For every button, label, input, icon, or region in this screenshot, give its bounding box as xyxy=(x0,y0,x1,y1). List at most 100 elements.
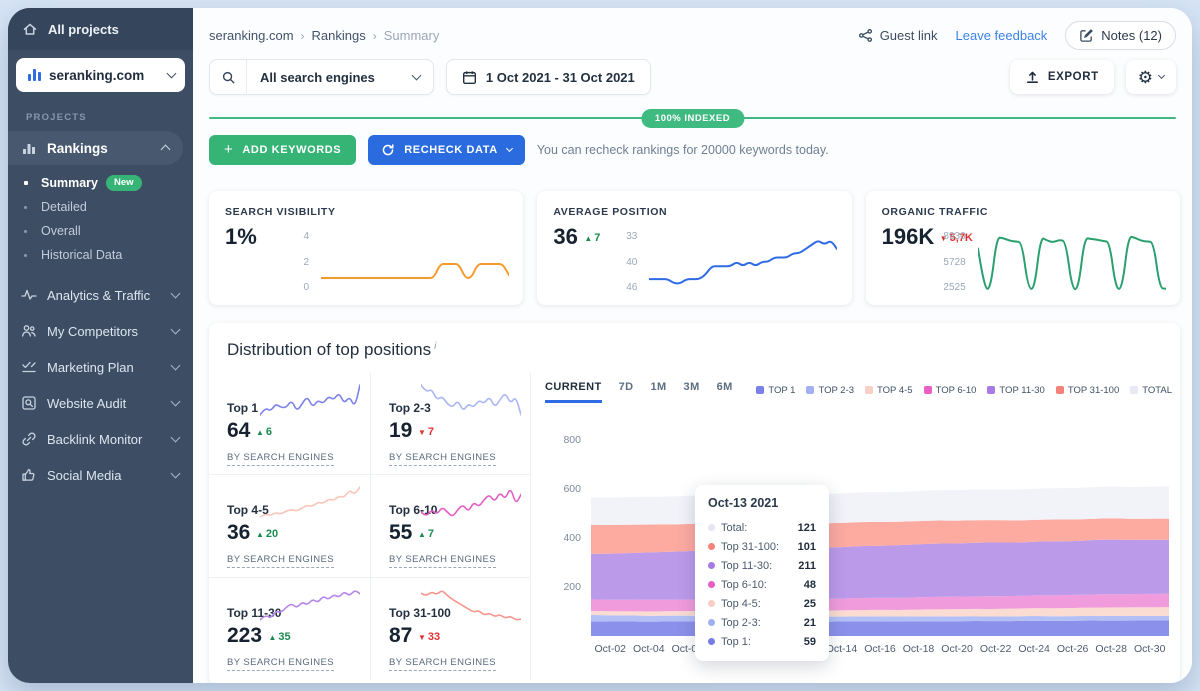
main-content: seranking.com›Rankings›Summary Guest lin… xyxy=(193,8,1192,683)
legend-item-top-31-100[interactable]: TOP 31-100 xyxy=(1056,385,1119,396)
metric-value: 36 xyxy=(553,224,577,250)
x-axis-labels: Oct-02Oct-04Oct-06Oct-08Oct-10Oct-12Oct-… xyxy=(591,643,1169,659)
tab-7d[interactable]: 7D xyxy=(619,377,634,403)
stat-delta: ▲7 xyxy=(418,528,434,540)
stacked-area-chart[interactable]: 800600400200 Oct-02Oct-04Oct-06Oct-08Oct… xyxy=(545,407,1180,663)
up-triangle-icon: ▲ xyxy=(584,234,592,243)
notes-label: Notes (12) xyxy=(1101,28,1162,43)
sidebar-subitem-overall[interactable]: Overall xyxy=(8,219,193,243)
guest-link-label: Guest link xyxy=(880,28,938,43)
stat-value: 36 xyxy=(227,521,250,545)
tooltip-series-label: Top 11-30: xyxy=(721,560,792,572)
legend-item-total[interactable]: TOTAL xyxy=(1130,385,1172,396)
down-triangle-icon: ▼ xyxy=(418,428,426,437)
by-search-engines-link[interactable]: BY SEARCH ENGINES xyxy=(389,657,496,671)
leave-feedback-link[interactable]: Leave feedback xyxy=(956,28,1048,43)
by-search-engines-link[interactable]: BY SEARCH ENGINES xyxy=(227,452,334,466)
sidebar-subitem-historical-data[interactable]: Historical Data xyxy=(8,243,193,267)
sidebar-item-my-competitors[interactable]: My Competitors xyxy=(8,313,193,349)
tab-1m[interactable]: 1M xyxy=(650,377,666,403)
rankings-submenu: SummaryNewDetailedOverallHistorical Data xyxy=(8,171,193,267)
top2_3-mini-sparkline xyxy=(421,381,521,419)
tooltip-series-label: Top 31-100: xyxy=(721,541,792,553)
legend-label: TOP 11-30 xyxy=(999,385,1044,396)
position-stats-grid: Top 164▲6BY SEARCH ENGINESTop 2-319▼7BY … xyxy=(209,373,531,680)
chevron-down-icon xyxy=(171,397,181,407)
stat-top-31-100: Top 31-10087▼33BY SEARCH ENGINES xyxy=(370,578,531,680)
tooltip-row: Top 6-10:48 xyxy=(708,575,816,594)
legend-item-top-6-10[interactable]: TOP 6-10 xyxy=(924,385,977,396)
by-search-engines-link[interactable]: BY SEARCH ENGINES xyxy=(389,452,496,466)
info-icon[interactable]: i xyxy=(434,341,436,352)
breadcrumb: seranking.com›Rankings›Summary xyxy=(209,28,439,43)
legend-label: TOP 1 xyxy=(768,385,795,396)
sidebar-item-marketing-plan[interactable]: Marketing Plan xyxy=(8,349,193,385)
sidebar-subitem-summary[interactable]: SummaryNew xyxy=(8,171,193,195)
sidebar-item-website-audit[interactable]: Website Audit xyxy=(8,385,193,421)
guest-link-button[interactable]: Guest link xyxy=(858,28,938,43)
breadcrumb-separator: › xyxy=(301,29,305,43)
link-icon xyxy=(21,431,37,447)
by-search-engines-link[interactable]: BY SEARCH ENGINES xyxy=(227,554,334,568)
date-range-picker[interactable]: 1 Oct 2021 - 31 Oct 2021 xyxy=(446,59,651,95)
search-engines-select[interactable]: All search engines xyxy=(209,59,434,95)
legend-item-top-1[interactable]: TOP 1 xyxy=(756,385,795,396)
tab-6m[interactable]: 6M xyxy=(717,377,733,403)
chevron-up-icon xyxy=(161,145,171,155)
export-label: EXPORT xyxy=(1048,71,1099,83)
stat-top-2-3: Top 2-319▼7BY SEARCH ENGINES xyxy=(370,373,531,475)
recheck-data-button[interactable]: RECHECK DATA xyxy=(368,135,525,165)
top4_5-mini-sparkline xyxy=(260,483,360,521)
x-axis-tick: Oct-22 xyxy=(974,643,1018,655)
notes-button[interactable]: Notes (12) xyxy=(1065,21,1176,50)
bullet-icon xyxy=(24,254,41,257)
axis-tick: 46 xyxy=(626,282,637,293)
chevron-down-icon xyxy=(171,289,181,299)
sidebar-item-analytics-traffic[interactable]: Analytics & Traffic xyxy=(8,277,193,313)
projects-section-label: PROJECTS xyxy=(26,112,193,123)
add-keywords-button[interactable]: + ADD KEYWORDS xyxy=(209,135,356,165)
sidebar-item-social-media[interactable]: Social Media xyxy=(8,457,193,493)
breadcrumb-item[interactable]: Rankings xyxy=(312,28,366,43)
sidebar-subitem-detailed[interactable]: Detailed xyxy=(8,195,193,219)
distribution-card: Distribution of top positions i Top 164▲… xyxy=(209,323,1180,683)
sidebar-item-label: Website Audit xyxy=(47,396,162,411)
sidebar-item-rankings[interactable]: Rankings xyxy=(8,131,183,165)
tab-current[interactable]: CURRENT xyxy=(545,377,602,403)
indexed-badge: 100% INDEXED xyxy=(641,109,744,128)
project-selector[interactable]: seranking.com xyxy=(16,58,185,92)
axis-tick: 33 xyxy=(626,231,637,242)
tooltip-series-label: Top 6-10: xyxy=(721,579,798,591)
chart-tooltip: Oct-13 2021 Total:121Top 31-100:101Top 1… xyxy=(695,485,829,661)
legend-swatch xyxy=(1056,386,1064,394)
all-projects-link[interactable]: All projects xyxy=(8,8,193,50)
legend-item-top-2-3[interactable]: TOP 2-3 xyxy=(806,385,854,396)
stat-delta: ▲6 xyxy=(256,426,272,438)
spark-axis-ticks: 893057282525 xyxy=(930,231,966,293)
search_visibility-sparkline xyxy=(321,231,509,297)
tooltip-row: Top 31-100:101 xyxy=(708,537,816,556)
tooltip-row: Top 11-30:211 xyxy=(708,556,816,575)
y-axis-tick: 600 xyxy=(545,483,581,495)
bullet-dot xyxy=(24,254,27,257)
tooltip-row: Top 2-3:21 xyxy=(708,613,816,632)
export-button[interactable]: EXPORT xyxy=(1010,60,1114,94)
date-range-value: 1 Oct 2021 - 31 Oct 2021 xyxy=(486,70,635,85)
breadcrumb-item[interactable]: seranking.com xyxy=(209,28,294,43)
metric-card-organic-traffic: ORGANIC TRAFFIC196K▼5,7K893057282525 xyxy=(866,191,1180,305)
sidebar-item-label: Analytics & Traffic xyxy=(47,288,162,303)
legend-item-top-11-30[interactable]: TOP 11-30 xyxy=(987,385,1044,396)
checklist-icon xyxy=(21,359,37,375)
sidebar-item-backlink-monitor[interactable]: Backlink Monitor xyxy=(8,421,193,457)
x-axis-tick: Oct-16 xyxy=(858,643,902,655)
series-dot-icon xyxy=(708,619,715,626)
sidebar-menu: Analytics & Traffic My CompetitorsMarketi… xyxy=(8,277,193,493)
settings-button[interactable]: ⚙ xyxy=(1126,60,1176,94)
tab-3m[interactable]: 3M xyxy=(684,377,700,403)
legend-label: TOP 2-3 xyxy=(818,385,854,396)
by-search-engines-link[interactable]: BY SEARCH ENGINES xyxy=(389,554,496,568)
by-search-engines-link[interactable]: BY SEARCH ENGINES xyxy=(227,657,334,671)
stacked-area-svg xyxy=(591,429,1169,636)
legend-item-top-4-5[interactable]: TOP 4-5 xyxy=(865,385,913,396)
top11_30-mini-sparkline xyxy=(260,586,360,624)
